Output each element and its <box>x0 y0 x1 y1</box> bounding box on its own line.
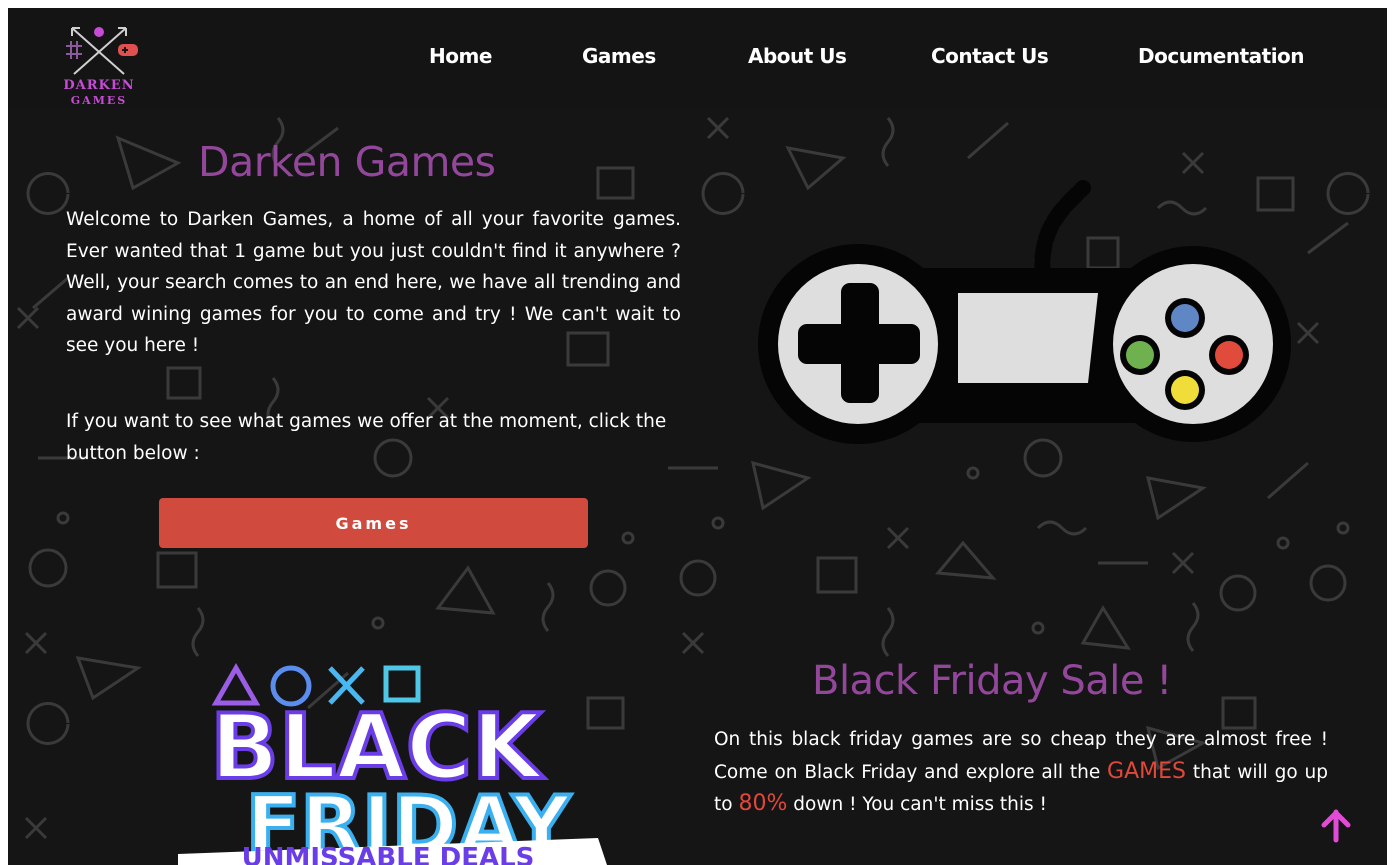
black-friday-text: On this black friday games are so cheap … <box>714 724 1328 821</box>
game-controller-icon <box>758 180 1291 444</box>
black-friday-banner-image: BLACK FRIDAY UNMISSABLE DEALS <box>178 662 607 865</box>
navbar: DARKEN GAMES Home Games About Us Contact… <box>8 8 1387 108</box>
nav-link-about-us[interactable]: About Us <box>748 44 847 68</box>
black-friday-title: Black Friday Sale ! <box>812 658 1172 704</box>
arrow-up-icon[interactable] <box>1318 808 1354 844</box>
logo[interactable]: DARKEN GAMES <box>44 16 154 107</box>
hero-title: Darken Games <box>198 138 496 186</box>
black-friday-art-banner: UNMISSABLE DEALS <box>242 843 535 865</box>
page-frame: DARKEN GAMES Home Games About Us Contact… <box>8 8 1387 865</box>
black-friday-text-end: down ! You can't miss this ! <box>793 794 1047 815</box>
nav-link-documentation[interactable]: Documentation <box>1138 44 1305 68</box>
hero-cta-text: If you want to see what games we offer a… <box>66 411 667 464</box>
hero-intro-text: Welcome to Darken Games, a home of all y… <box>66 209 681 356</box>
nav-link-games[interactable]: Games <box>582 44 656 68</box>
logo-subtitle: GAMES <box>70 94 128 107</box>
crossed-arrows-logo-icon <box>66 27 138 75</box>
highlight-games: GAMES <box>1107 758 1186 784</box>
nav-link-home[interactable]: Home <box>429 44 492 68</box>
games-button[interactable]: Games <box>159 498 588 548</box>
logo-title: DARKEN <box>63 78 135 93</box>
nav-link-contact-us[interactable]: Contact Us <box>931 44 1049 68</box>
highlight-percent: 80% <box>738 791 788 816</box>
